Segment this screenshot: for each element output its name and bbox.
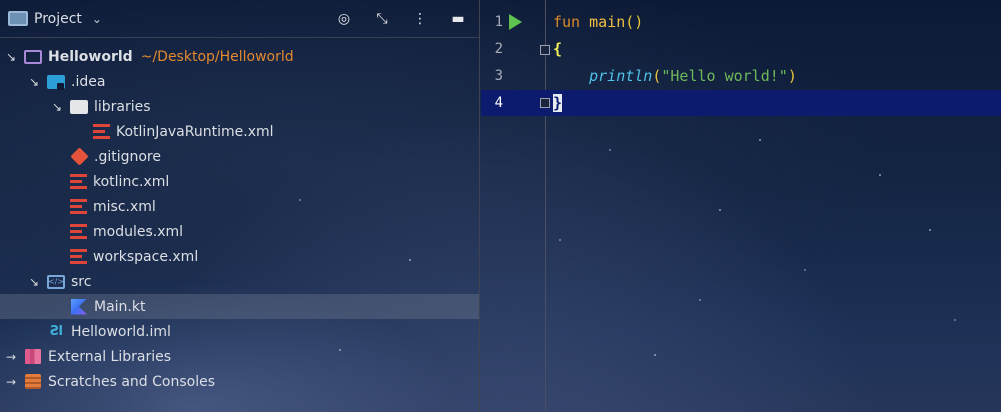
idea-folder-icon	[47, 74, 65, 89]
tree-item-label: .idea	[71, 73, 106, 90]
source-folder-icon: </>	[47, 274, 65, 289]
tree-item-label: .gitignore	[94, 148, 161, 165]
line-number: 1	[494, 14, 503, 30]
tree-item-label: modules.xml	[93, 223, 184, 240]
tree-item-label: src	[71, 273, 92, 290]
expand-arrow-icon[interactable]: ↘	[27, 75, 41, 89]
tree-item-label: Main.kt	[94, 298, 146, 315]
project-tool-window: Project ⌄ ◎ ⤡ ⋮ ▬ ↘ Helloworld ~/Desktop…	[0, 0, 480, 412]
kotlin-file-icon	[71, 298, 87, 315]
locate-file-icon[interactable]: ◎	[335, 10, 353, 28]
expand-arrow-icon[interactable]: ↘	[4, 50, 18, 64]
tree-item-workspace[interactable]: ↘ workspace.xml	[0, 244, 479, 269]
tree-item-gitignore[interactable]: ↘ .gitignore	[0, 144, 479, 169]
project-tree: ↘ Helloworld ~/Desktop/Helloworld ↘ .ide…	[0, 44, 479, 394]
run-icon[interactable]	[509, 14, 522, 30]
chevron-down-icon: ⌄	[91, 11, 102, 26]
tree-item-scratches[interactable]: → Scratches and Consoles	[0, 369, 479, 394]
tree-item-label: workspace.xml	[93, 248, 199, 265]
scratches-icon	[25, 374, 41, 389]
project-panel-title: Project	[34, 10, 82, 27]
more-options-icon[interactable]: ⋮	[411, 10, 429, 28]
tree-item-label: libraries	[94, 98, 151, 115]
line-number: 4	[494, 95, 503, 111]
tree-item-kotlinjavaruntime[interactable]: ↘ KotlinJavaRuntime.xml	[0, 119, 479, 144]
xml-file-icon	[70, 249, 87, 264]
code-editor[interactable]: 1 fun main() 2 { 3 println("Hello world!…	[481, 0, 1001, 412]
code-line-2[interactable]: 2 {	[481, 36, 1001, 62]
tree-item-label: External Libraries	[48, 348, 171, 365]
expand-arrow-icon[interactable]: →	[4, 375, 18, 389]
tree-item-label: Helloworld.iml	[71, 323, 171, 340]
fold-marker-icon[interactable]	[540, 98, 550, 108]
module-folder-icon	[24, 49, 42, 64]
code-line-3[interactable]: 3 println("Hello world!")	[481, 63, 1001, 89]
fold-marker-icon[interactable]	[540, 45, 550, 55]
tree-item-libraries[interactable]: ↘ libraries	[0, 94, 479, 119]
folder-icon	[70, 99, 88, 114]
tree-item-label: KotlinJavaRuntime.xml	[116, 123, 274, 140]
xml-file-icon	[70, 199, 87, 214]
tree-item-main-kt[interactable]: ↘ Main.kt	[0, 294, 479, 319]
tree-item-modules[interactable]: ↘ modules.xml	[0, 219, 479, 244]
tree-item-external-libraries[interactable]: → External Libraries	[0, 344, 479, 369]
git-file-icon	[69, 147, 89, 166]
xml-file-icon	[93, 124, 110, 139]
tree-item-src[interactable]: ↘ </> src	[0, 269, 479, 294]
tree-item-misc[interactable]: ↘ misc.xml	[0, 194, 479, 219]
tree-item-label: misc.xml	[93, 198, 156, 215]
project-path: ~/Desktop/Helloworld	[140, 48, 294, 65]
project-panel-header: Project ⌄ ◎ ⤡ ⋮ ▬	[0, 0, 479, 38]
collapse-all-icon[interactable]: ⤡	[373, 10, 391, 28]
code-text: {	[553, 40, 563, 58]
tree-item-label: Helloworld	[48, 48, 133, 65]
tree-item-idea[interactable]: ↘ .idea	[0, 69, 479, 94]
expand-arrow-icon[interactable]: ↘	[50, 100, 64, 114]
tree-item-helloworld[interactable]: ↘ Helloworld ~/Desktop/Helloworld	[0, 44, 479, 69]
code-text: fun main()	[553, 13, 644, 31]
tree-item-label: kotlinc.xml	[93, 173, 170, 190]
tree-item-kotlinc[interactable]: ↘ kotlinc.xml	[0, 169, 479, 194]
library-icon	[25, 349, 41, 364]
code-text: }	[553, 94, 563, 112]
xml-file-icon	[70, 224, 87, 239]
hide-panel-icon[interactable]: ▬	[449, 10, 467, 28]
expand-arrow-icon[interactable]: →	[4, 350, 18, 364]
code-line-1[interactable]: 1 fun main()	[481, 9, 1001, 35]
iml-file-icon: Ƨl	[50, 324, 63, 339]
project-view-selector[interactable]: Project ⌄	[8, 11, 102, 27]
text-cursor: }	[553, 94, 563, 112]
code-text: println("Hello world!")	[589, 67, 797, 85]
xml-file-icon	[70, 174, 87, 189]
project-folder-icon	[8, 11, 28, 26]
code-line-4[interactable]: 4 }	[481, 90, 1001, 116]
expand-arrow-icon[interactable]: ↘	[27, 275, 41, 289]
line-number: 3	[494, 68, 503, 84]
tree-item-label: Scratches and Consoles	[48, 373, 215, 390]
line-number: 2	[494, 41, 503, 57]
tree-item-helloworld-iml[interactable]: ↘ Ƨl Helloworld.iml	[0, 319, 479, 344]
